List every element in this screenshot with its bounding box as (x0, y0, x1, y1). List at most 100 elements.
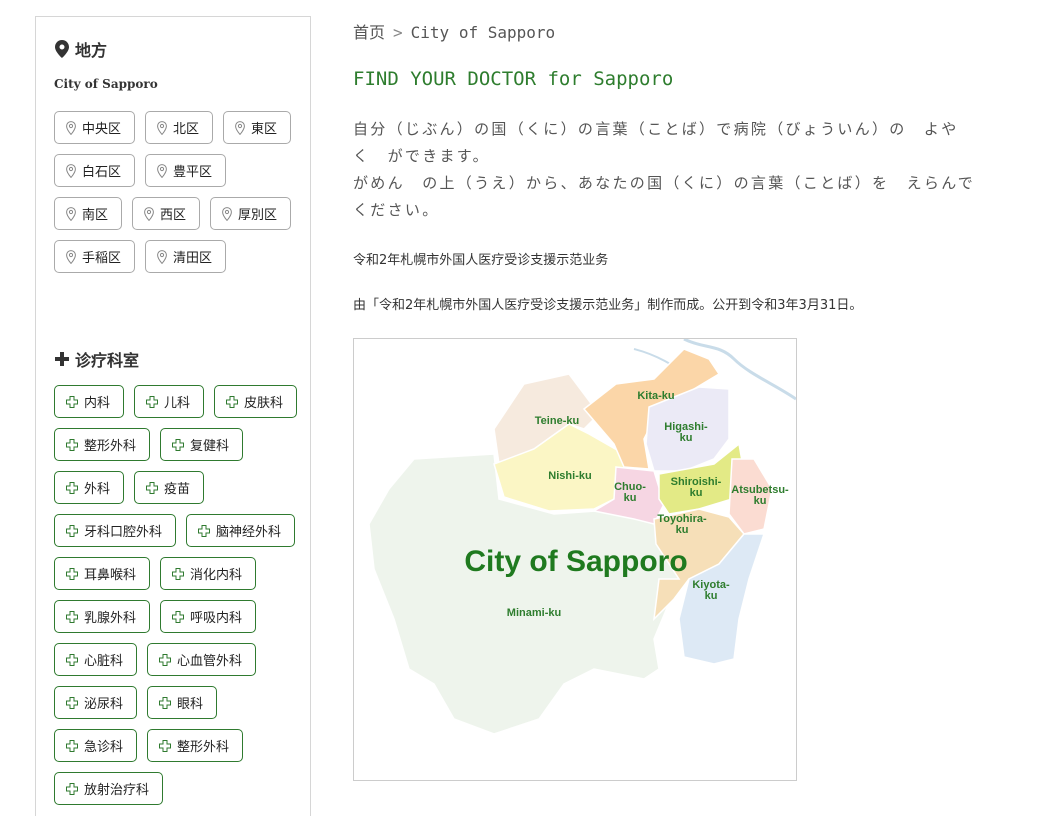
breadcrumb: 首页 > City of Sapporo (353, 19, 555, 43)
ward-label-atsubetsu-2: ku (754, 495, 767, 507)
department-chip[interactable]: 外科 (54, 471, 125, 504)
department-chip-label: 外科 (84, 482, 111, 497)
area-chip[interactable]: 北区 (145, 111, 214, 144)
area-chip-label: 南区 (82, 208, 109, 223)
intro-line: ください。 (353, 201, 440, 219)
department-chip[interactable]: 牙科口腔外科 (54, 514, 177, 547)
area-chip[interactable]: 中央区 (54, 111, 136, 144)
department-chip[interactable]: 内科 (54, 385, 125, 418)
medical-cross-icon (66, 739, 78, 752)
area-chip[interactable]: 南区 (54, 197, 123, 230)
ward-label-kita: Kita-ku (637, 390, 674, 402)
department-chip[interactable]: 脑神经外科 (186, 514, 296, 547)
breadcrumb-separator-icon: > (393, 23, 403, 42)
department-chip[interactable]: 眼科 (147, 686, 218, 719)
map-pin-outline-icon (66, 120, 76, 135)
department-chip[interactable]: 心血管外科 (147, 643, 257, 676)
department-chip-label: 心脏科 (84, 654, 124, 669)
department-chip[interactable]: 急诊科 (54, 729, 138, 762)
map-pin-outline-icon (157, 249, 167, 264)
program-note: 由「令和2年札幌市外国人医疗受诊支援示范业务」制作而成。公开到令和3年3月31日… (353, 298, 863, 313)
department-chip[interactable]: 泌尿科 (54, 686, 138, 719)
department-chip[interactable]: 耳鼻喉科 (54, 557, 151, 590)
dept-heading: 诊疗科室 (55, 347, 139, 371)
department-chip-label: 牙科口腔外科 (84, 525, 163, 540)
department-chip-label: 整形外科 (177, 740, 230, 755)
area-chip-list: 中央区 北区 東区白石区 豊平区南区 西区 厚別区手稲区 清田区 (54, 111, 304, 273)
department-chip-label: 心血管外科 (177, 654, 243, 669)
ward-label-toyohira-2: ku (676, 524, 689, 536)
map-pin-outline-icon (157, 163, 167, 178)
map-pin-icon (55, 40, 69, 58)
department-chip[interactable]: 疫苗 (134, 471, 205, 504)
map-title: City of Sapporo (464, 545, 687, 578)
department-chip[interactable]: 心脏科 (54, 643, 138, 676)
intro-line: がめん の上（うえ）から、あなたの国（くに）の言葉（ことば）を えらんで (353, 174, 976, 192)
area-chip[interactable]: 白石区 (54, 154, 136, 187)
department-chip-label: 泌尿科 (84, 697, 124, 712)
department-chip[interactable]: 呼吸内科 (160, 600, 257, 633)
plus-icon (55, 352, 69, 366)
department-chip[interactable]: 皮肤科 (214, 385, 298, 418)
area-heading-label: 地方 (75, 41, 108, 60)
area-heading: 地方 (55, 37, 107, 61)
area-chip[interactable]: 清田区 (145, 240, 227, 273)
department-chip-label: 急诊科 (84, 740, 124, 755)
map-pin-outline-icon (235, 120, 245, 135)
department-chip-label: 消化内科 (190, 568, 243, 583)
medical-cross-icon (172, 610, 185, 623)
area-chip[interactable]: 豊平区 (145, 154, 227, 187)
medical-cross-icon (159, 696, 172, 709)
department-chip-label: 整形外科 (84, 439, 137, 454)
dept-heading-label: 诊疗科室 (75, 351, 140, 370)
map-pin-outline-icon (66, 249, 76, 264)
medical-cross-icon (226, 395, 239, 408)
department-chip-label: 耳鼻喉科 (84, 568, 137, 583)
department-chip-label: 呼吸内科 (190, 611, 243, 626)
department-chip[interactable]: 整形外科 (54, 428, 151, 461)
department-chip-label: 皮肤科 (244, 396, 284, 411)
medical-cross-icon (66, 395, 78, 408)
ward-label-kiyota-2: ku (705, 590, 718, 602)
department-chip[interactable]: 消化内科 (160, 557, 257, 590)
medical-cross-icon (146, 481, 159, 494)
area-chip[interactable]: 西区 (132, 197, 201, 230)
ward-label-nishi: Nishi-ku (548, 470, 591, 482)
ward-label-higashi-2: ku (680, 432, 693, 444)
department-chip[interactable]: 儿科 (134, 385, 205, 418)
ward-label-shiroishi-2: ku (690, 487, 703, 499)
department-chip[interactable]: 放射治疗科 (54, 772, 164, 805)
medical-cross-icon (159, 653, 172, 666)
area-chip-label: 白石区 (82, 165, 122, 180)
medical-cross-icon (66, 653, 78, 666)
medical-cross-icon (66, 782, 78, 795)
medical-cross-icon (172, 567, 185, 580)
ward-label-teine: Teine-ku (535, 415, 579, 427)
medical-cross-icon (66, 481, 78, 494)
medical-cross-icon (146, 395, 159, 408)
department-chip[interactable]: 乳腺外科 (54, 600, 151, 633)
department-chip[interactable]: 复健科 (160, 428, 244, 461)
department-chip[interactable]: 整形外科 (147, 729, 244, 762)
area-chip[interactable]: 手稲区 (54, 240, 136, 273)
department-chip-label: 脑神经外科 (216, 525, 282, 540)
map-pin-outline-icon (66, 206, 76, 221)
program-name: 令和2年札幌市外国人医疗受诊支援示范业务 (353, 253, 609, 268)
area-chip-label: 豊平区 (173, 165, 213, 180)
medical-cross-icon (66, 610, 78, 623)
medical-cross-icon (66, 696, 78, 709)
medical-cross-icon (66, 524, 78, 537)
map-pin-outline-icon (144, 206, 154, 221)
ward-label-minami: Minami-ku (507, 607, 561, 619)
medical-cross-icon (159, 739, 172, 752)
area-chip[interactable]: 厚別区 (210, 197, 292, 230)
department-chip-label: 疫苗 (164, 482, 191, 497)
breadcrumb-home-link[interactable]: 首页 (353, 23, 385, 42)
page-title: FIND YOUR DOCTOR for Sapporo (353, 68, 674, 90)
department-chip-label: 复健科 (190, 439, 230, 454)
intro-line: 自分（じぶん）の国（くに）の言葉（ことば）で病院（びょういん）の よや (353, 120, 959, 138)
medical-cross-icon (66, 438, 78, 451)
sapporo-ward-map: Kita-ku Teine-ku Higashi- ku Nishi-ku Ch… (353, 338, 797, 781)
map-pin-outline-icon (157, 120, 167, 135)
area-chip[interactable]: 東区 (223, 111, 292, 144)
